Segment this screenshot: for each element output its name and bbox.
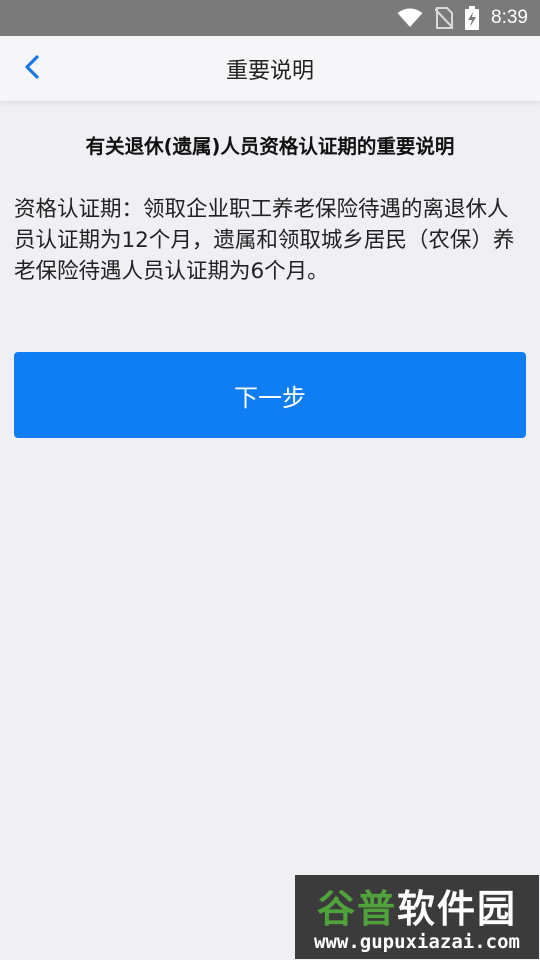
- chevron-left-icon: [23, 54, 41, 84]
- page-title: 重要说明: [225, 58, 314, 84]
- watermark-brand: 谷普 软件园: [295, 879, 539, 931]
- no-sim-icon: [435, 7, 454, 29]
- watermark: 谷普 软件园 www.gupuxiazai.com: [295, 875, 539, 959]
- status-time: 8:39: [491, 7, 528, 28]
- battery-charging-icon: [465, 6, 480, 30]
- app-screen: 8:39 重要说明 有关退休(遗属)人员资格认证期的重要说明 资格认证期：领取企…: [0, 0, 540, 960]
- status-bar: 8:39: [0, 0, 540, 36]
- title-bar: 重要说明: [0, 36, 540, 102]
- next-step-label: 下一步: [234, 383, 306, 412]
- watermark-brand-part2: 软件园: [397, 886, 518, 931]
- notice-heading: 有关退休(遗属)人员资格认证期的重要说明: [85, 135, 455, 158]
- watermark-url: www.gupuxiazai.com: [314, 931, 520, 953]
- watermark-brand-part1: 谷普: [316, 886, 397, 931]
- next-step-button[interactable]: 下一步: [14, 352, 526, 438]
- back-button[interactable]: [12, 50, 52, 88]
- wifi-icon: [397, 8, 423, 28]
- notice-body: 资格认证期：领取企业职工养老保险待遇的离退休人员认证期为12个月，遗属和领取城乡…: [14, 197, 515, 284]
